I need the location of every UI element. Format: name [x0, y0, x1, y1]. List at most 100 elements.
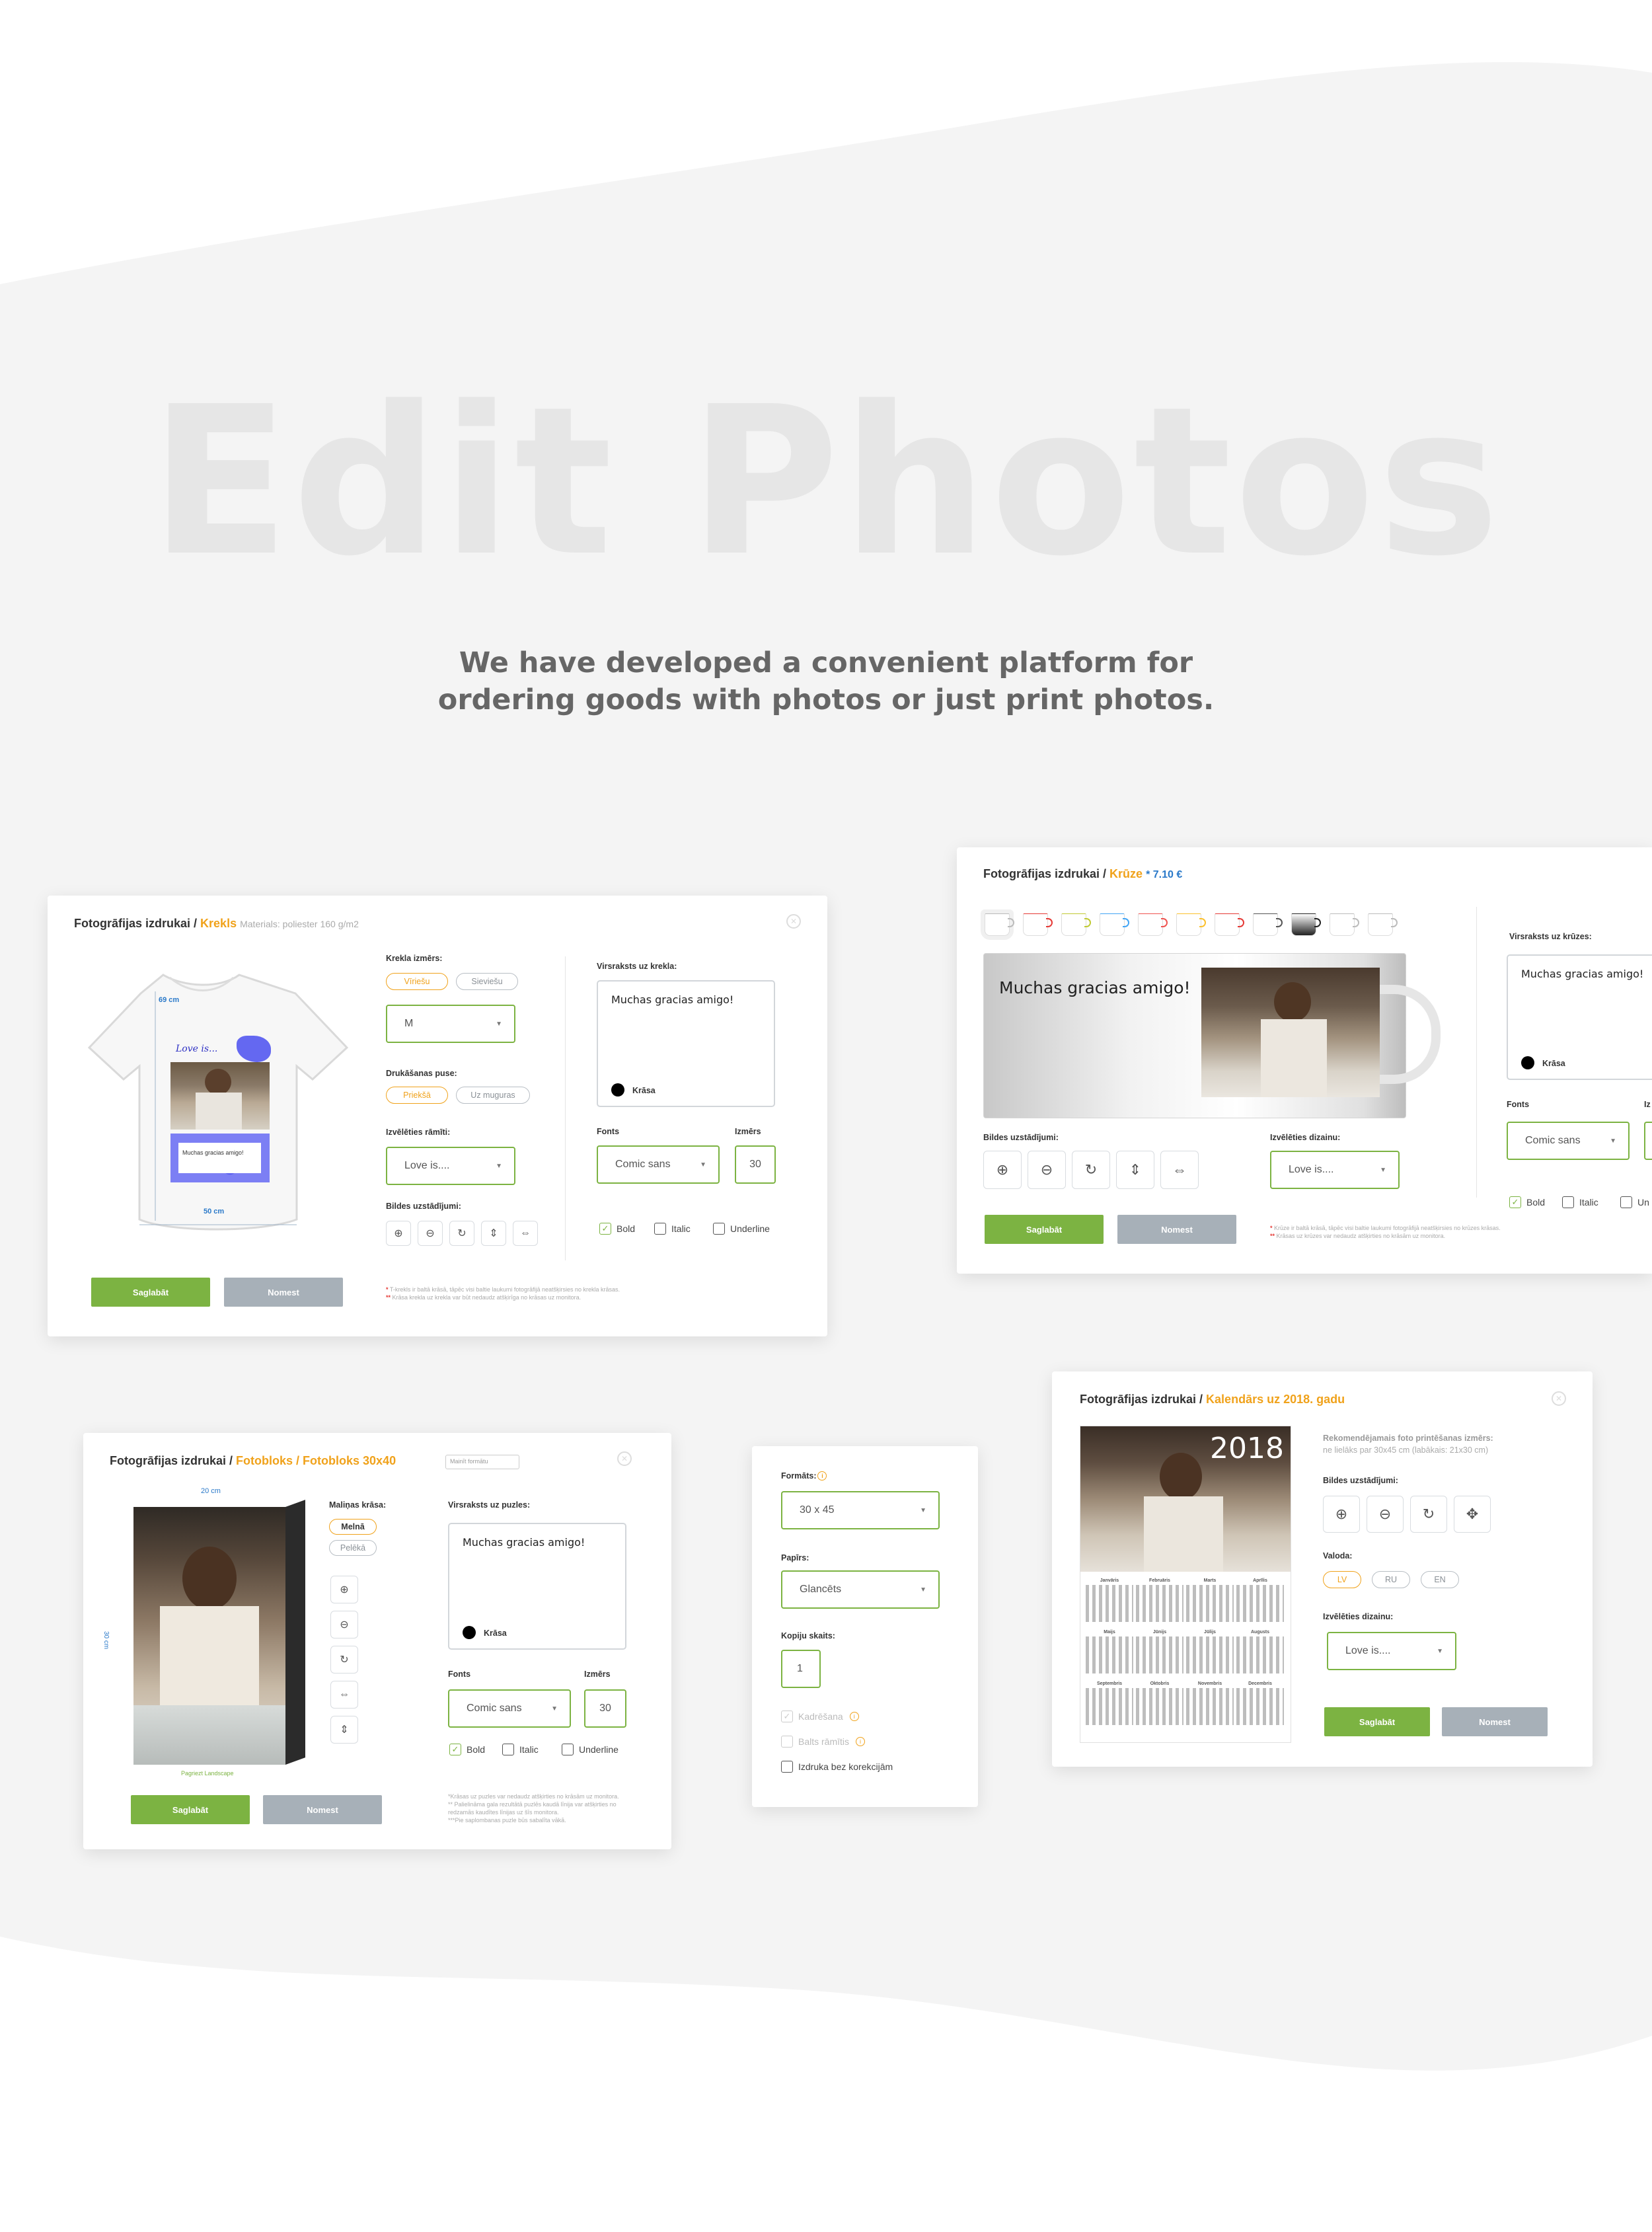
- mug-color-swatch[interactable]: [1138, 913, 1168, 936]
- side-front-pill[interactable]: Priekšā: [386, 1087, 448, 1104]
- crop-checkbox[interactable]: ✓ Kadrēšana i: [781, 1711, 859, 1722]
- mug-handle-icon: [1314, 918, 1321, 927]
- format-select[interactable]: 30 x 45 ▼: [781, 1491, 940, 1529]
- text-size-input[interactable]: 30: [735, 1145, 776, 1184]
- rotate-icon[interactable]: ↻: [449, 1221, 474, 1246]
- reset-button[interactable]: Nomest: [224, 1278, 343, 1307]
- underline-checkbox[interactable]: Un: [1620, 1196, 1649, 1208]
- calendar-preview[interactable]: 2018 Janvāris Februāris Marts Aprīlis Maijs J…: [1080, 1426, 1291, 1743]
- flip-vertical-icon[interactable]: ⇕: [1116, 1151, 1154, 1189]
- font-label: Fonts: [597, 1127, 620, 1136]
- mug-color-swatch[interactable]: [1253, 913, 1283, 936]
- mug-color-swatch[interactable]: [1368, 913, 1398, 936]
- flip-horizontal-icon[interactable]: ⇔: [330, 1681, 358, 1709]
- color-swatch[interactable]: [611, 1083, 624, 1097]
- save-button[interactable]: Saglabāt: [131, 1795, 250, 1824]
- paper-select[interactable]: Glancēts ▼: [781, 1570, 940, 1609]
- flip-vertical-icon[interactable]: ⇕: [481, 1221, 506, 1246]
- edge-gray-pill[interactable]: Pelēkā: [329, 1540, 377, 1556]
- font-select[interactable]: Comic sans ▼: [597, 1145, 720, 1184]
- zoom-in-icon[interactable]: ⊕: [330, 1576, 358, 1603]
- mug-color-swatch[interactable]: [1215, 913, 1244, 936]
- italic-checkbox[interactable]: Italic: [1562, 1196, 1598, 1208]
- zoom-in-icon[interactable]: ⊕: [1323, 1496, 1360, 1533]
- flip-horizontal-icon[interactable]: ⇔: [513, 1221, 538, 1246]
- underline-checkbox[interactable]: Underline: [562, 1744, 619, 1755]
- bold-label: Bold: [617, 1223, 636, 1234]
- mug-handle: [1380, 985, 1441, 1084]
- shirt-print-area[interactable]: Muchas gracias amigo! Love is...: [170, 1036, 271, 1182]
- design-select[interactable]: Love is.... ▼: [1270, 1151, 1400, 1189]
- month-name: Decembris: [1248, 1681, 1272, 1686]
- mug-preview[interactable]: Muchas gracias amigo!: [983, 953, 1441, 1118]
- mug-color-swatch[interactable]: [1061, 913, 1091, 936]
- save-button[interactable]: Saglabāt: [1324, 1707, 1430, 1736]
- frame-select[interactable]: Love is.... ▼: [386, 1147, 515, 1185]
- save-button[interactable]: Saglabāt: [985, 1215, 1104, 1244]
- mug-color-swatch[interactable]: [1100, 913, 1129, 936]
- fotobloks-preview[interactable]: [133, 1500, 305, 1765]
- bold-checkbox[interactable]: ✓ Bold: [1509, 1196, 1545, 1208]
- crop-label: Kadrēšana: [798, 1711, 843, 1722]
- zoom-out-icon[interactable]: ⊖: [1028, 1151, 1066, 1189]
- caption-textarea[interactable]: Muchas gracias amigo! Krāsa: [448, 1523, 626, 1650]
- design-select-value: Love is....: [1289, 1164, 1334, 1175]
- gender-women-pill[interactable]: Sieviešu: [456, 973, 518, 990]
- reset-button[interactable]: Nomest: [263, 1795, 382, 1824]
- zoom-out-icon[interactable]: ⊖: [330, 1611, 358, 1638]
- font-select[interactable]: Comic sans ▼: [448, 1689, 571, 1728]
- lang-ru-pill[interactable]: RU: [1372, 1571, 1410, 1588]
- zoom-out-icon[interactable]: ⊖: [1367, 1496, 1404, 1533]
- orientation-label[interactable]: Pagriezt Landscape: [181, 1770, 234, 1777]
- reset-button[interactable]: Nomest: [1442, 1707, 1548, 1736]
- info-icon[interactable]: i: [856, 1737, 866, 1746]
- zoom-out-icon[interactable]: ⊖: [418, 1221, 443, 1246]
- rotate-icon[interactable]: ↻: [330, 1646, 358, 1674]
- caption-textarea[interactable]: Muchas gracias amigo! Krāsa: [1507, 954, 1652, 1080]
- flip-horizontal-icon[interactable]: ⇔: [1160, 1151, 1199, 1189]
- format-select[interactable]: Mainīt formātu: [445, 1455, 519, 1469]
- italic-checkbox[interactable]: Italic: [502, 1744, 539, 1755]
- white-frame-checkbox[interactable]: Balts rāmītis i: [781, 1736, 866, 1748]
- underline-checkbox[interactable]: Underline: [713, 1223, 770, 1235]
- color-swatch[interactable]: [463, 1626, 476, 1639]
- mug-color-swatch[interactable]: [1023, 913, 1053, 936]
- bold-checkbox[interactable]: ✓ Bold: [599, 1223, 635, 1235]
- mug-color-swatch[interactable]: [1176, 913, 1206, 936]
- bold-checkbox[interactable]: ✓ Bold: [449, 1744, 485, 1755]
- copies-input[interactable]: 1: [781, 1650, 821, 1688]
- info-icon[interactable]: i: [849, 1712, 859, 1721]
- design-select[interactable]: Love is.... ▼: [1327, 1632, 1456, 1670]
- close-icon[interactable]: ✕: [1552, 1391, 1566, 1406]
- mug-color-swatch[interactable]: [985, 913, 1014, 936]
- recommendation-line2: ne lielāks par 30x45 cm (labākais: 21x30…: [1323, 1445, 1489, 1455]
- color-swatch[interactable]: [1521, 1056, 1534, 1069]
- no-correction-checkbox[interactable]: Izdruka bez korekcijām: [781, 1761, 893, 1773]
- side-back-pill[interactable]: Uz muguras: [456, 1087, 530, 1104]
- lang-lv-pill[interactable]: LV: [1323, 1571, 1361, 1588]
- info-icon[interactable]: i: [817, 1471, 827, 1481]
- rotate-icon[interactable]: ↻: [1072, 1151, 1110, 1189]
- mug-color-swatch[interactable]: [1330, 913, 1359, 936]
- move-icon[interactable]: ✥: [1454, 1496, 1491, 1533]
- reset-button[interactable]: Nomest: [1117, 1215, 1236, 1244]
- gender-men-pill[interactable]: Vīriešu: [386, 973, 448, 990]
- edge-black-pill[interactable]: Melnā: [329, 1519, 377, 1535]
- font-select[interactable]: Comic sans ▼: [1507, 1122, 1630, 1160]
- caption-textarea[interactable]: Muchas gracias amigo! Krāsa: [597, 980, 775, 1107]
- height-label: 30 cm: [102, 1631, 110, 1650]
- month-days: [1136, 1636, 1183, 1674]
- text-size-input[interactable]: [1644, 1122, 1652, 1160]
- size-select[interactable]: M ▼: [386, 1005, 515, 1043]
- close-icon[interactable]: ✕: [617, 1451, 632, 1466]
- zoom-in-icon[interactable]: ⊕: [983, 1151, 1022, 1189]
- close-icon[interactable]: ✕: [786, 914, 801, 929]
- save-button[interactable]: Saglabāt: [91, 1278, 210, 1307]
- rotate-icon[interactable]: ↻: [1410, 1496, 1447, 1533]
- italic-checkbox[interactable]: Italic: [654, 1223, 691, 1235]
- flip-vertical-icon[interactable]: ⇕: [330, 1716, 358, 1744]
- zoom-in-icon[interactable]: ⊕: [386, 1221, 411, 1246]
- lang-en-pill[interactable]: EN: [1421, 1571, 1459, 1588]
- text-size-input[interactable]: 30: [584, 1689, 626, 1728]
- mug-color-swatch[interactable]: [1291, 913, 1321, 936]
